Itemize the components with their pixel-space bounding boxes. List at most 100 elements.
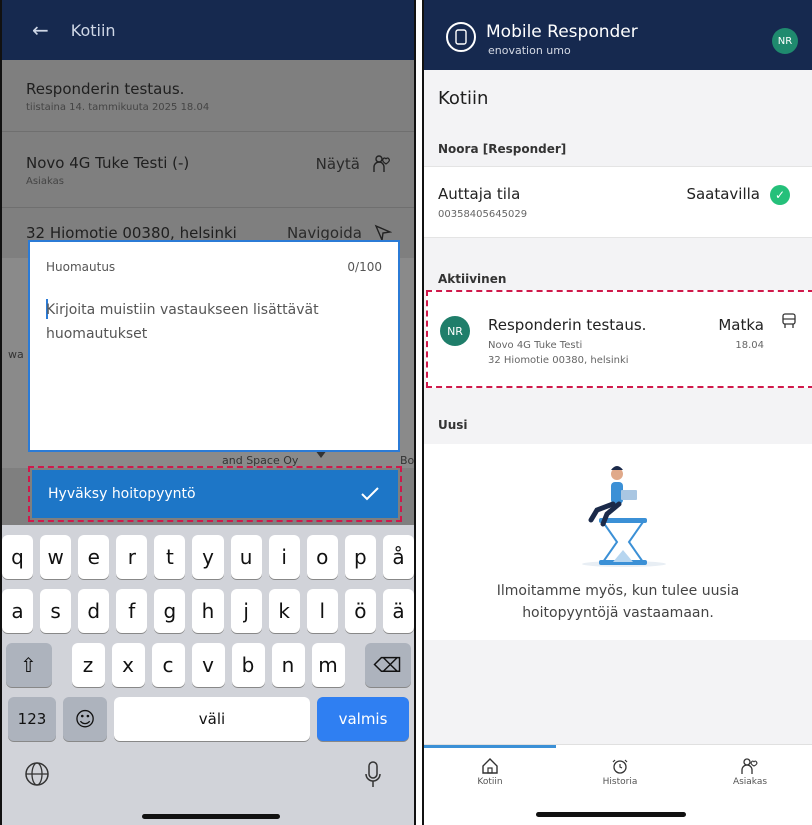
tab-home[interactable]: Kotiin: [460, 757, 520, 787]
keyboard: qwertyuiopå asdfghjklöä ⇧ z x c v b n m ⌫ 123 ☺…: [2, 525, 414, 825]
note-dialog[interactable]: Huomautus 0/100 Kirjoita muistiin vastau…: [28, 240, 400, 452]
tab-history[interactable]: Historia: [590, 757, 650, 787]
space-key[interactable]: väli: [114, 697, 310, 741]
tab-customer-label: Asiakas: [732, 777, 768, 787]
tab-home-label: Kotiin: [477, 777, 503, 787]
page-title: Kotiin: [438, 88, 489, 109]
person-heart-icon: [373, 155, 390, 172]
tab-customer[interactable]: Asiakas: [720, 757, 780, 787]
accept-button[interactable]: Hyväksy hoitopyyntö: [32, 470, 398, 518]
accept-label: Hyväksy hoitopyyntö: [48, 486, 196, 502]
phone-logo-icon: [446, 22, 476, 52]
left-screen: ← Kotiin Responderin testaus. tiistaina …: [0, 0, 416, 825]
key-q[interactable]: q: [2, 535, 34, 579]
key-l[interactable]: l: [306, 589, 338, 633]
active-task-title: Responderin testaus.: [488, 316, 647, 334]
active-task-customer: Novo 4G Tuke Testi: [488, 340, 583, 351]
key-å[interactable]: å: [382, 535, 414, 579]
key-h[interactable]: h: [192, 589, 224, 633]
key-w[interactable]: w: [40, 535, 72, 579]
active-task-time: 18.04: [735, 340, 764, 351]
key-m[interactable]: m: [311, 643, 345, 687]
key-ä[interactable]: ä: [382, 589, 414, 633]
map-label-right: Bo: [400, 454, 415, 467]
status-value: Saatavilla: [686, 185, 760, 203]
check-circle-icon: ✓: [770, 185, 790, 205]
back-arrow-icon[interactable]: ←: [32, 18, 49, 42]
key-a[interactable]: a: [2, 589, 34, 633]
empty-message-line-2: hoitopyyntöjä vastaamaan.: [522, 605, 714, 621]
key-y[interactable]: y: [192, 535, 224, 579]
key-ö[interactable]: ö: [344, 589, 376, 633]
home-indicator-right: [536, 812, 686, 817]
task-title: Responderin testaus.: [26, 80, 185, 98]
key-b[interactable]: b: [231, 643, 265, 687]
key-f[interactable]: f: [116, 589, 148, 633]
left-header: ← Kotiin: [2, 0, 414, 60]
app-header: Mobile Responder enovation umo NR: [424, 0, 812, 70]
customer-role: Asiakas: [26, 176, 64, 187]
emoji-key[interactable]: ☺: [63, 697, 107, 741]
microphone-icon[interactable]: [364, 761, 382, 793]
task-date: tiistaina 14. tammikuuta 2025 18.04: [26, 102, 210, 113]
accept-highlight: Hyväksy hoitopyyntö: [28, 466, 402, 522]
active-task-mode: Matka: [718, 316, 764, 334]
numbers-key[interactable]: 123: [8, 697, 56, 741]
key-g[interactable]: g: [154, 589, 186, 633]
app-name: Mobile Responder: [486, 22, 638, 42]
note-counter: 0/100: [347, 260, 382, 274]
clock-icon: [612, 759, 628, 774]
key-n[interactable]: n: [271, 643, 305, 687]
car-icon: [780, 312, 798, 334]
bottom-tab-bar: Kotiin Historia Asiakas: [424, 744, 812, 825]
home-indicator: [142, 814, 280, 819]
waiting-illustration: [582, 466, 666, 567]
user-section-heading: Noora [Responder]: [438, 142, 567, 156]
empty-state: Ilmoitamme myös, kun tulee uusia hoitopy…: [424, 444, 812, 640]
left-header-title: Kotiin: [70, 20, 116, 40]
globe-icon[interactable]: [24, 761, 50, 791]
right-screen: Mobile Responder enovation umo NR Kotiin…: [422, 0, 812, 825]
tab-history-label: Historia: [602, 777, 638, 787]
user-avatar[interactable]: NR: [772, 28, 798, 54]
key-e[interactable]: e: [78, 535, 110, 579]
show-link[interactable]: Näytä: [316, 155, 360, 173]
customer-row[interactable]: Novo 4G Tuke Testi (-) Asiakas Näytä: [2, 132, 414, 208]
home-icon: [482, 758, 498, 774]
key-s[interactable]: s: [40, 589, 72, 633]
key-j[interactable]: j: [230, 589, 262, 633]
key-v[interactable]: v: [191, 643, 225, 687]
backspace-key[interactable]: ⌫: [364, 643, 411, 687]
status-phone: 00358405645029: [438, 209, 528, 220]
active-task-address: 32 Hiomotie 00380, helsinki: [488, 355, 629, 366]
empty-message-line-1: Ilmoitamme myös, kun tulee uusia: [496, 583, 740, 599]
key-i[interactable]: i: [268, 535, 300, 579]
note-input[interactable]: Kirjoita muistiin vastaukseen lisättävät…: [46, 298, 382, 346]
key-u[interactable]: u: [230, 535, 262, 579]
shift-key[interactable]: ⇧: [5, 643, 52, 687]
new-section-heading: Uusi: [438, 418, 468, 432]
key-x[interactable]: x: [111, 643, 145, 687]
key-t[interactable]: t: [154, 535, 186, 579]
key-k[interactable]: k: [268, 589, 300, 633]
person-icon: [741, 758, 758, 774]
active-section-heading: Aktiivinen: [438, 272, 507, 286]
note-label: Huomautus: [46, 260, 116, 274]
key-p[interactable]: p: [344, 535, 376, 579]
empty-message: Ilmoitamme myös, kun tulee uusia hoitopy…: [424, 580, 812, 624]
task-avatar: NR: [440, 316, 470, 346]
key-c[interactable]: c: [151, 643, 185, 687]
key-z[interactable]: z: [71, 643, 105, 687]
app-subtitle: enovation umo: [488, 44, 571, 57]
active-tab-indicator: [424, 745, 556, 748]
done-key[interactable]: valmis: [317, 697, 409, 741]
key-d[interactable]: d: [78, 589, 110, 633]
checkmark-icon: [361, 487, 379, 501]
key-r[interactable]: r: [116, 535, 148, 579]
status-row[interactable]: Auttaja tila 00358405645029 Saatavilla ✓: [424, 166, 812, 238]
status-title: Auttaja tila: [438, 185, 521, 203]
map-label-left: wa: [8, 348, 24, 361]
task-row: Responderin testaus. tiistaina 14. tammi…: [2, 60, 414, 132]
active-task-card[interactable]: NR Responderin testaus. Novo 4G Tuke Tes…: [426, 290, 812, 388]
key-o[interactable]: o: [306, 535, 338, 579]
